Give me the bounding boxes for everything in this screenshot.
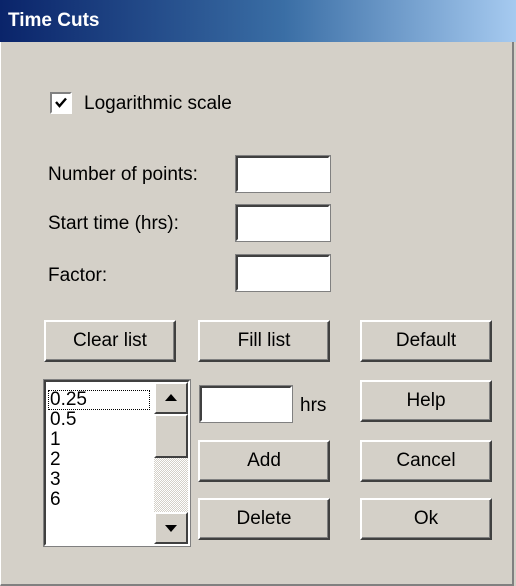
arrow-up-icon: [165, 394, 177, 401]
start-time-label: Start time (hrs):: [48, 213, 179, 234]
list-item[interactable]: 3: [48, 470, 154, 490]
start-time-input[interactable]: [238, 207, 328, 239]
title-bar[interactable]: Time Cuts: [0, 0, 516, 42]
checkmark-icon: [55, 97, 67, 108]
arrow-down-icon: [165, 525, 177, 532]
hrs-unit-label: hrs: [300, 395, 327, 416]
list-item[interactable]: 2: [48, 450, 154, 470]
time-cuts-listbox[interactable]: 0.25 0.5 1 2 3 6: [43, 379, 191, 547]
add-button[interactable]: Add: [198, 440, 330, 482]
scroll-up-button[interactable]: [154, 382, 188, 414]
start-time-field[interactable]: [235, 204, 331, 242]
default-button[interactable]: Default: [360, 320, 492, 362]
list-item[interactable]: 0.25: [48, 390, 150, 410]
list-item[interactable]: 6: [48, 490, 154, 510]
list-item[interactable]: 1: [48, 430, 154, 450]
factor-label: Factor:: [48, 265, 108, 286]
window-title: Time Cuts: [8, 10, 100, 31]
ok-button[interactable]: Ok: [360, 498, 492, 540]
delete-button[interactable]: Delete: [198, 498, 330, 540]
number-of-points-field[interactable]: [235, 155, 331, 193]
scroll-thumb[interactable]: [154, 414, 188, 458]
cancel-button[interactable]: Cancel: [360, 440, 492, 482]
help-button[interactable]: Help: [360, 380, 492, 422]
scroll-down-button[interactable]: [154, 512, 188, 544]
listbox-items: 0.25 0.5 1 2 3 6: [48, 390, 154, 510]
log-scale-checkbox[interactable]: [50, 92, 72, 114]
factor-input[interactable]: [238, 257, 328, 289]
fill-list-button[interactable]: Fill list: [198, 320, 330, 362]
clear-list-button[interactable]: Clear list: [44, 320, 176, 362]
log-scale-label[interactable]: Logarithmic scale: [84, 93, 232, 115]
factor-field[interactable]: [235, 254, 331, 292]
time-entry-field[interactable]: [199, 385, 293, 423]
number-of-points-input[interactable]: [238, 158, 328, 190]
listbox-scrollbar[interactable]: [154, 382, 188, 544]
time-entry-input[interactable]: [202, 388, 290, 420]
list-item[interactable]: 0.5: [48, 410, 154, 430]
number-of-points-label: Number of points:: [48, 164, 198, 185]
